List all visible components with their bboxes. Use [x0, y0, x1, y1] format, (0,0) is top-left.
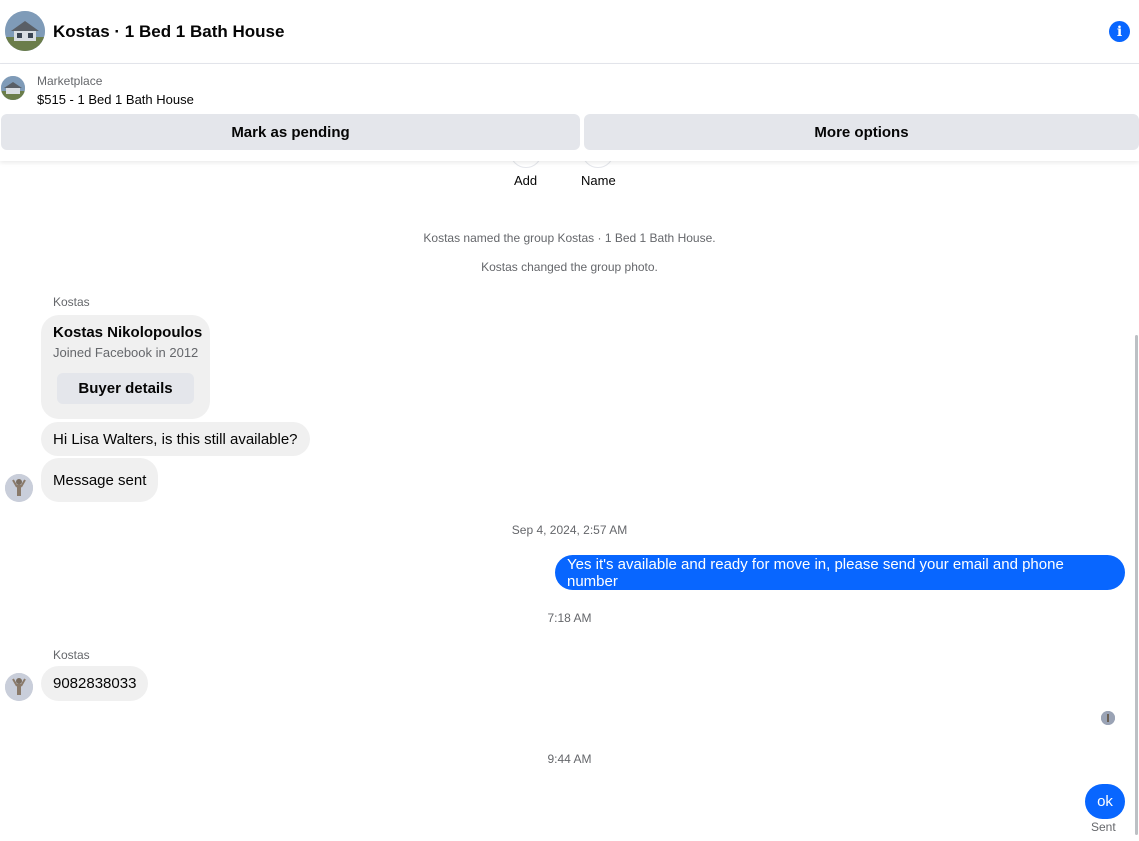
marketplace-panel: Marketplace $515 - 1 Bed 1 Bath House Ma…: [0, 64, 1139, 161]
buyer-name: Kostas Nikolopoulos: [53, 324, 203, 341]
add-label: Add: [514, 173, 538, 188]
mark-as-pending-button[interactable]: Mark as pending: [1, 114, 580, 150]
sender-avatar[interactable]: [5, 474, 33, 502]
message-status: Sent: [1091, 820, 1116, 834]
name-label: Name: [581, 173, 616, 188]
sender-avatar[interactable]: [5, 673, 33, 701]
sender-name: Kostas: [53, 295, 90, 309]
read-receipt-avatar: [1101, 711, 1115, 725]
timestamp: Sep 4, 2024, 2:57 AM: [511, 523, 628, 537]
buyer-joined: Joined Facebook in 2012: [53, 345, 199, 360]
timestamp: 9:44 AM: [547, 752, 592, 766]
sender-name: Kostas: [53, 648, 90, 662]
more-options-button[interactable]: More options: [584, 114, 1139, 150]
message-bubble-incoming[interactable]: Hi Lisa Walters, is this still available…: [41, 422, 310, 456]
listing-thumbnail[interactable]: [1, 76, 25, 100]
message-bubble-incoming[interactable]: 9082838033: [41, 666, 149, 701]
message-bubble-outgoing[interactable]: Yes it's available and ready for move in…: [555, 555, 1125, 590]
buyer-details-button[interactable]: Buyer details: [57, 373, 194, 404]
group-avatar[interactable]: [5, 11, 45, 51]
marketplace-label: Marketplace: [37, 74, 103, 88]
message-bubble-outgoing[interactable]: ok: [1085, 784, 1125, 819]
listing-title[interactable]: $515 - 1 Bed 1 Bath House: [37, 92, 194, 107]
info-icon[interactable]: i: [1109, 21, 1130, 42]
system-message: Kostas named the group Kostas · 1 Bed 1 …: [423, 231, 716, 245]
conversation-title[interactable]: Kostas · 1 Bed 1 Bath House: [53, 22, 284, 42]
message-bubble-incoming[interactable]: Message sent: [41, 458, 159, 502]
buyer-profile-card: Kostas Nikolopoulos Joined Facebook in 2…: [41, 315, 210, 419]
system-message: Kostas changed the group photo.: [481, 260, 658, 274]
conversation-header: Kostas · 1 Bed 1 Bath House i: [0, 0, 1139, 64]
timestamp: 7:18 AM: [547, 611, 592, 625]
